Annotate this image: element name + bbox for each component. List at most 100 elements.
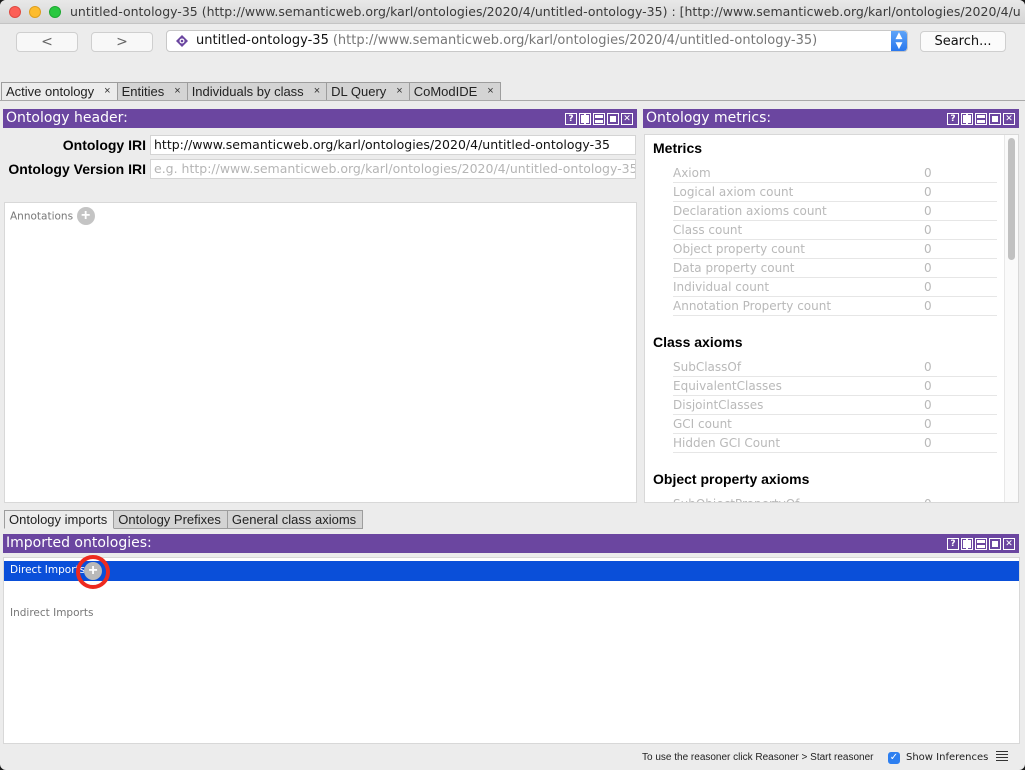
metric-label: Data property count [673,261,795,275]
metric-value: 0 [924,379,932,393]
close-tab-icon[interactable]: × [396,83,402,100]
metric-label: Declaration axioms count [673,204,827,218]
tab-label: Ontology imports [9,512,108,527]
metric-value: 0 [924,242,932,256]
metric-label: Hidden GCI Count [673,436,781,450]
search-button[interactable]: Search... [920,31,1006,52]
panel-title: Ontology metrics: [646,110,772,126]
minimize-window-button[interactable] [29,6,41,18]
metric-row: DisjointClasses 0 [673,396,997,415]
close-tab-icon[interactable]: × [314,83,320,100]
help-icon[interactable]: ? [947,113,959,125]
maximize-icon[interactable] [607,113,619,125]
close-tab-icon[interactable]: × [104,83,110,100]
close-panel-icon[interactable]: ✕ [1003,113,1015,125]
metric-value: 0 [924,398,932,412]
metric-row: Annotation Property count 0 [673,297,997,316]
metric-value: 0 [924,436,932,450]
split-vertical-icon[interactable] [961,538,973,550]
split-horizontal-icon[interactable] [975,113,987,125]
toolbar: < > untitled-ontology-35 (http://www.sema… [0,24,1025,80]
metrics-section-title: Class axioms [653,334,743,350]
dropdown-stepper-icon[interactable]: ▲ ▼ [891,31,907,51]
maximize-icon[interactable] [989,538,1001,550]
tab-ontology-prefixes[interactable]: Ontology Prefixes [114,510,228,529]
forward-button[interactable]: > [91,32,153,52]
split-vertical-icon[interactable] [579,113,591,125]
metric-label: Object property count [673,242,805,256]
back-button[interactable]: < [16,32,78,52]
ontology-iri-field[interactable]: http://www.semanticweb.org/karl/ontologi… [150,135,636,155]
tab-general-class-axioms[interactable]: General class axioms [227,510,364,529]
panel-title: Ontology header: [6,110,128,126]
close-window-button[interactable] [9,6,21,18]
close-tab-icon[interactable]: × [487,83,493,100]
panel-buttons: ? ✕ [947,113,1015,125]
bottom-tab-bar: Ontology imports Ontology Prefixes Gener… [4,510,364,529]
help-icon[interactable]: ? [947,538,959,550]
metrics-list: Metrics Axiom 0 Logical axiom count 0 Decl… [644,134,1019,503]
metric-label: EquivalentClasses [673,379,782,393]
tab-active-ontology[interactable]: Active ontology × [1,82,118,101]
split-vertical-icon[interactable] [961,113,973,125]
metric-value: 0 [924,360,932,374]
metric-value: 0 [924,495,932,502]
tab-divider [0,100,1025,101]
imports-list: Indirect Imports [3,557,1020,744]
add-annotation-button[interactable]: + [76,207,95,225]
metrics-section-title: Metrics [653,140,703,156]
tab-individuals-by-class[interactable]: Individuals by class × [187,82,328,101]
tab-label: Entities [121,84,165,99]
close-panel-icon[interactable]: ✕ [1003,538,1015,550]
metric-value: 0 [924,280,932,294]
close-tab-icon[interactable]: × [174,83,180,100]
metric-row: Axiom 0 [673,164,997,183]
tab-dl-query[interactable]: DL Query × [327,82,410,101]
metric-value: 0 [924,261,932,275]
zoom-window-button[interactable] [49,6,61,18]
tab-comodide[interactable]: CoModIDE × [409,82,501,101]
show-inferences-checkbox[interactable]: ✓ [888,752,900,764]
metric-label: Axiom [673,166,711,180]
split-horizontal-icon[interactable] [593,113,605,125]
tab-ontology-imports[interactable]: Ontology imports [4,510,115,529]
help-icon[interactable]: ? [565,113,577,125]
ontology-iri-label: Ontology IRI [62,137,146,153]
active-ontology-selector[interactable]: untitled-ontology-35 (http://www.semantic… [166,30,908,52]
log-list-icon[interactable] [996,751,1008,763]
title-bar: untitled-ontology-35 (http://www.semanti… [0,0,1025,24]
annotations-label: Annotations [10,210,74,223]
panel-buttons: ? ✕ [947,538,1015,550]
ontology-version-iri-field[interactable]: e.g. http://www.semanticweb.org/karl/ont… [150,159,636,179]
metric-label: GCI count [673,417,732,431]
metric-row: Declaration axioms count 0 [673,202,997,221]
direct-imports-row[interactable]: Direct Imports + [4,561,1019,581]
metric-row: Hidden GCI Count 0 [673,434,997,453]
protege-window: untitled-ontology-35 (http://www.semanti… [0,0,1025,770]
tab-entities[interactable]: Entities × [117,82,188,101]
reasoner-status-message: To use the reasoner click Reasoner > Sta… [642,752,874,763]
maximize-icon[interactable] [989,113,1001,125]
metrics-scrollbar[interactable] [1004,135,1018,502]
metric-value: 0 [924,299,932,313]
metric-row: GCI count 0 [673,415,997,434]
metric-label: Annotation Property count [673,299,832,313]
tab-label: CoModIDE [413,84,478,99]
tab-label: General class axioms [231,512,357,527]
close-panel-icon[interactable]: ✕ [621,113,633,125]
metric-value: 0 [924,185,932,199]
scrollbar-thumb[interactable] [1008,138,1015,260]
indirect-imports-label: Indirect Imports [10,607,94,619]
ontology-icon [176,35,188,47]
window-title: untitled-ontology-35 (http://www.semanti… [70,4,1020,19]
imported-ontologies-panel-title: Imported ontologies: ? ✕ [3,534,1019,553]
metric-row: EquivalentClasses 0 [673,377,997,396]
ontology-metrics-panel-title: Ontology metrics: ? ✕ [643,109,1019,128]
metric-label: Class count [673,223,743,237]
metric-value: 0 [924,166,932,180]
metric-row: SubObjectPropertyOf 0 [673,495,997,502]
metrics-section-title: Object property axioms [653,471,810,487]
split-horizontal-icon[interactable] [975,538,987,550]
metric-label: SubObjectPropertyOf [673,497,799,502]
ontology-header-panel-title: Ontology header: ? ✕ [3,109,637,128]
